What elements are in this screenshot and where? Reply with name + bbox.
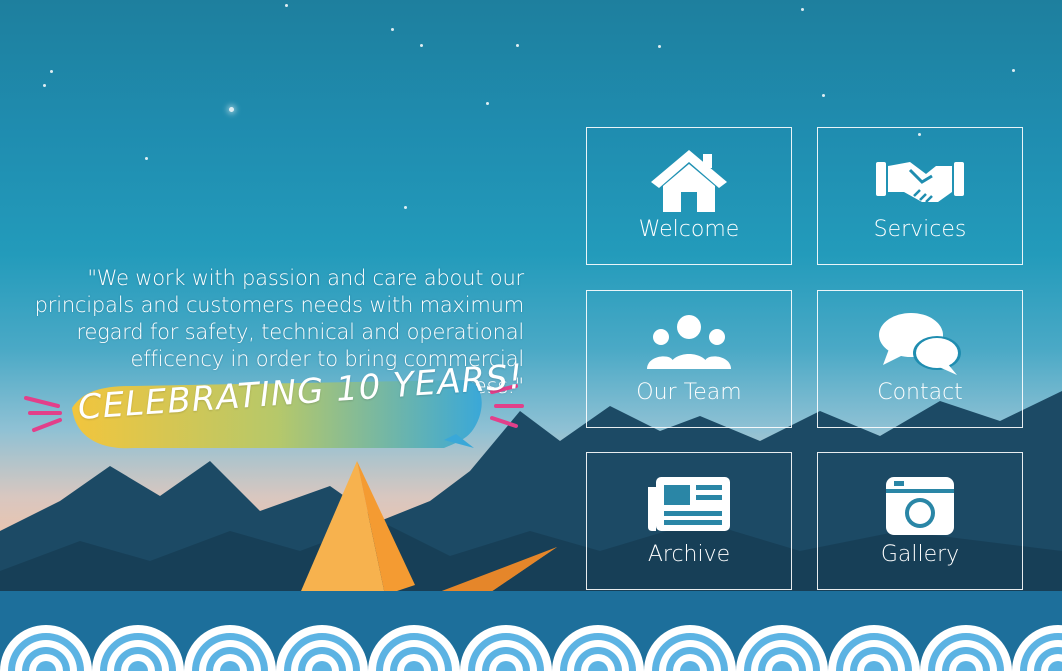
team-icon: [587, 311, 791, 377]
handshake-icon: [818, 148, 1022, 214]
newspaper-icon: [587, 473, 791, 539]
tile-our-team[interactable]: Our Team: [586, 290, 792, 428]
chat-icon: [818, 311, 1022, 377]
tile-label: Archive: [647, 542, 731, 567]
camera-icon: [818, 473, 1022, 539]
tile-label: Services: [873, 217, 967, 242]
home-icon: [587, 148, 791, 214]
tile-services[interactable]: Services: [817, 127, 1023, 265]
tile-label: Our Team: [636, 380, 742, 405]
tile-label: Contact: [877, 380, 963, 405]
ocean-waves: [0, 591, 1062, 671]
tile-gallery[interactable]: Gallery: [817, 452, 1023, 590]
tile-contact[interactable]: Contact: [817, 290, 1023, 428]
tile-welcome[interactable]: Welcome: [586, 127, 792, 265]
tile-label: Welcome: [638, 217, 740, 242]
tile-archive[interactable]: Archive: [586, 452, 792, 590]
tile-label: Gallery: [880, 542, 960, 567]
